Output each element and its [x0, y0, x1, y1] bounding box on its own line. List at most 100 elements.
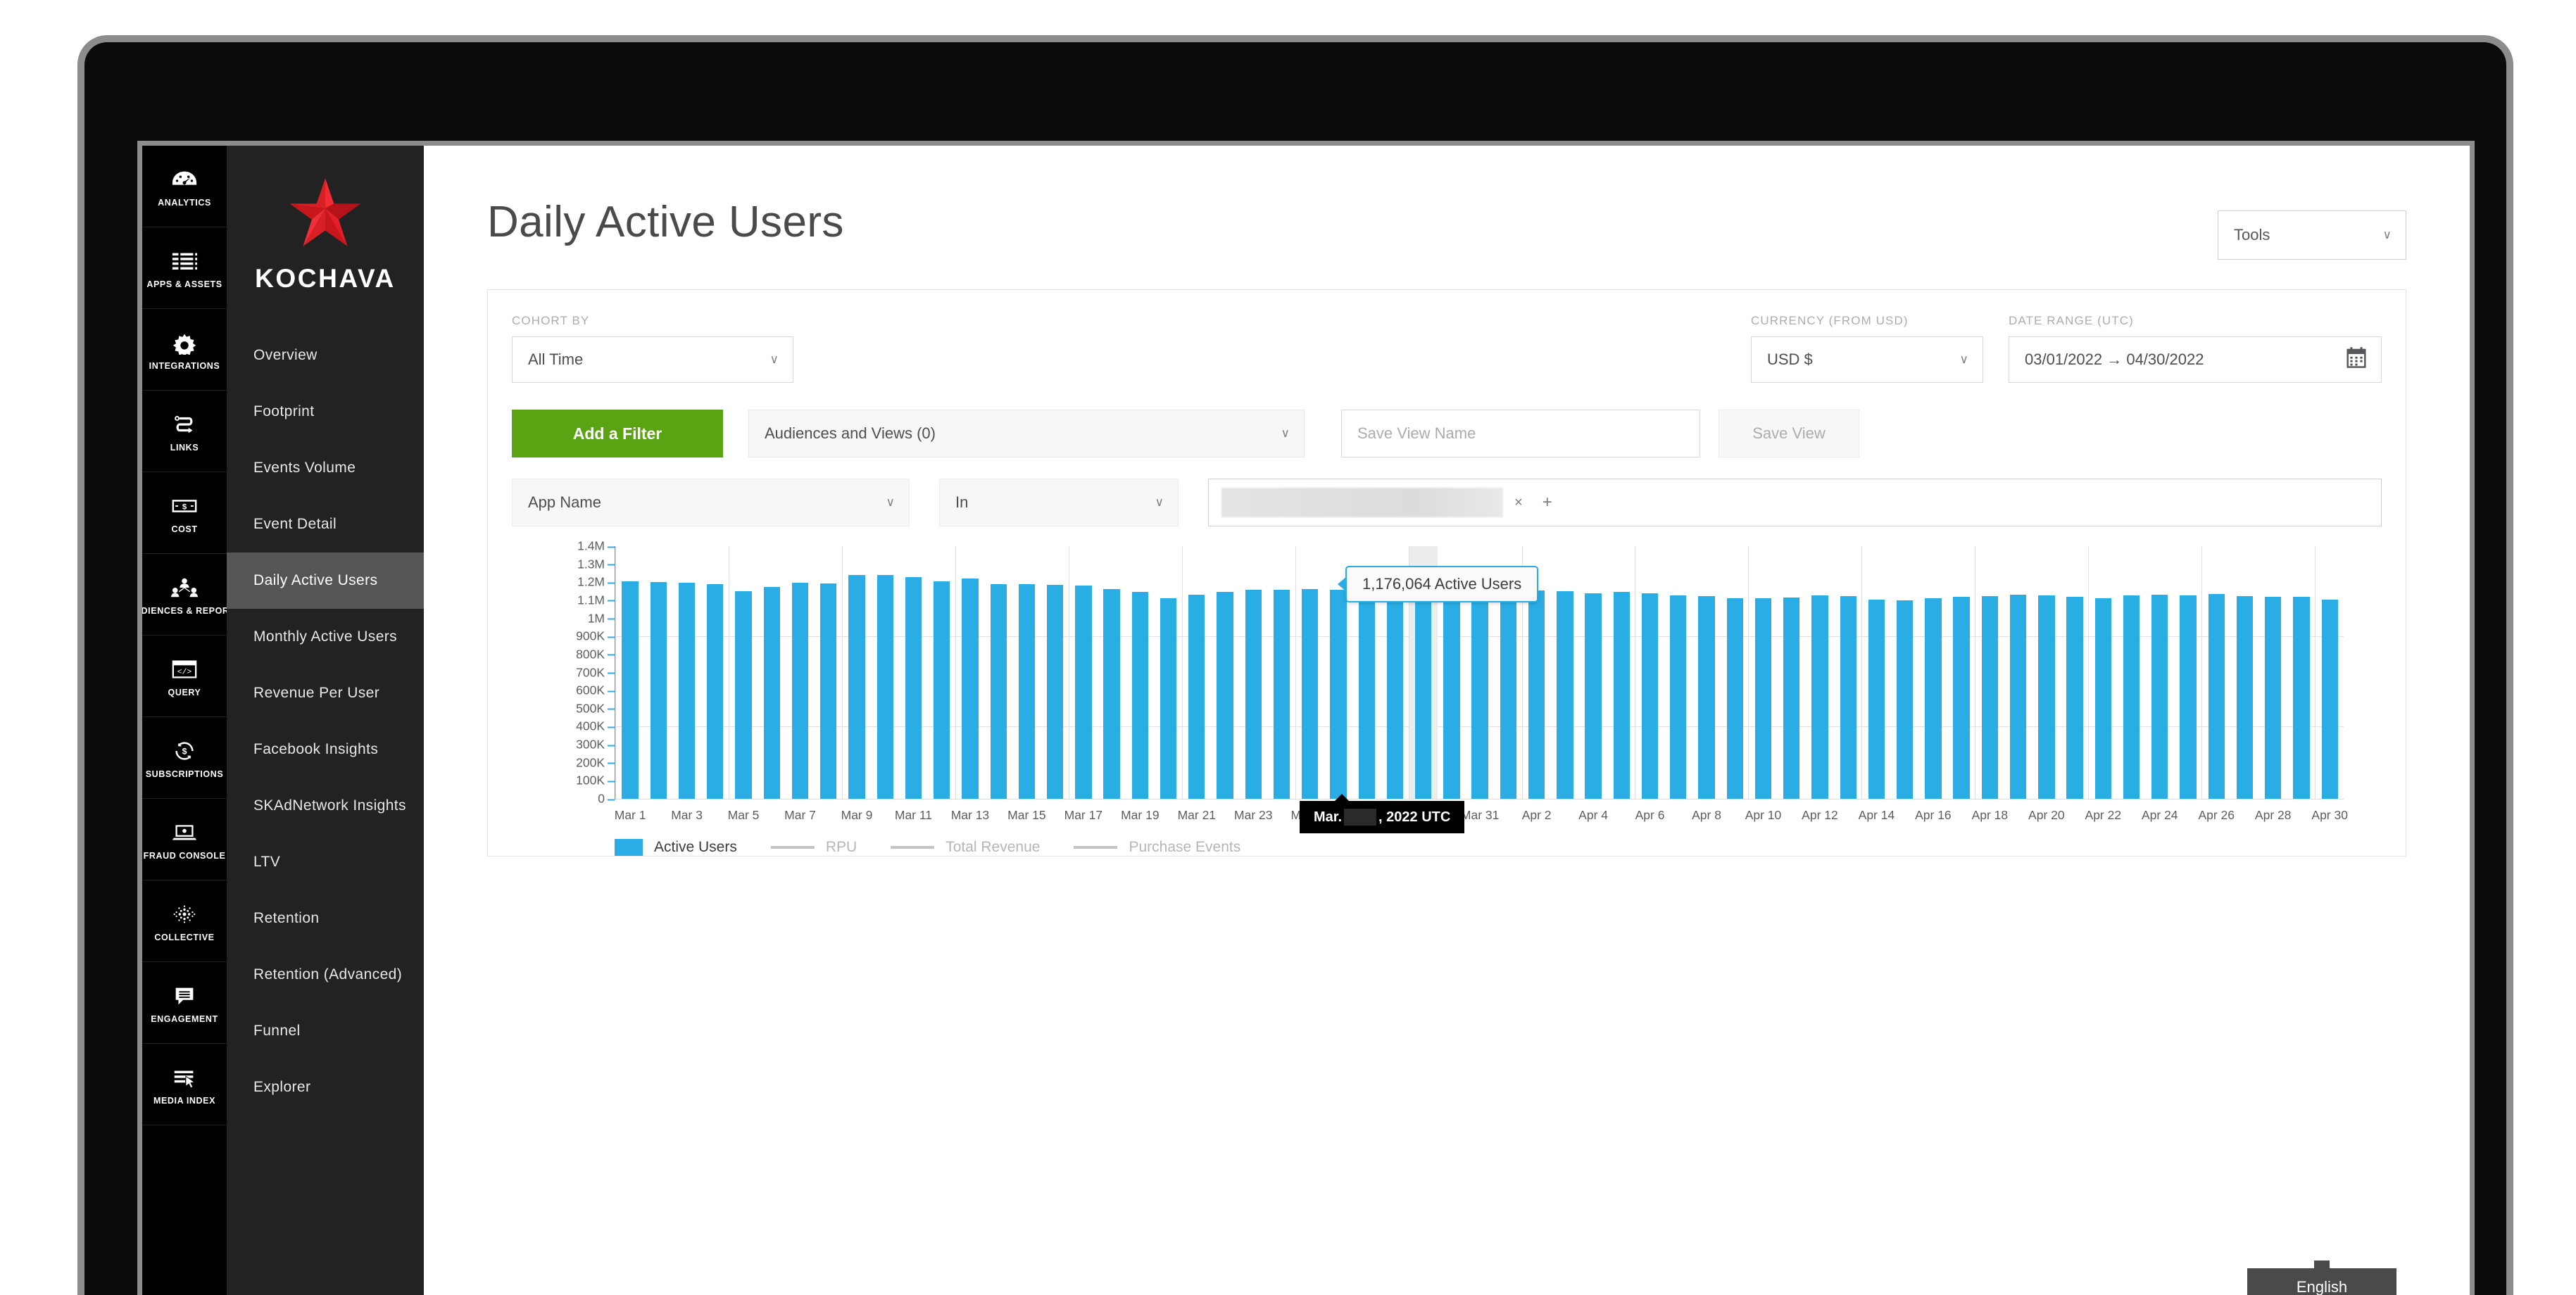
rail-item-fraud-console[interactable]: FRAUD CONSOLE: [142, 799, 227, 880]
sidebar-item-overview[interactable]: Overview: [227, 327, 424, 384]
chart-bar-slot[interactable]: Mar 13: [951, 546, 989, 822]
chart-bar[interactable]: [1670, 595, 1687, 799]
sidebar-item-events-volume[interactable]: Events Volume: [227, 440, 424, 496]
chart-bar[interactable]: [1386, 591, 1404, 799]
chart-bar[interactable]: [2094, 598, 2111, 799]
chart-bar[interactable]: [763, 587, 780, 799]
chart-bar-slot[interactable]: Mar 1: [615, 546, 646, 822]
chart-bar-slot[interactable]: [1891, 546, 1919, 799]
chart-bar[interactable]: [1726, 598, 1743, 799]
chart-bar[interactable]: [2123, 595, 2140, 799]
chart-bar-slot[interactable]: [1721, 546, 1749, 799]
chart-bar[interactable]: [1103, 588, 1120, 799]
chart-bar[interactable]: [1471, 588, 1488, 799]
chart-bar[interactable]: [1613, 592, 1630, 799]
sidebar-item-footprint[interactable]: Footprint: [227, 384, 424, 440]
sidebar-item-retention[interactable]: Retention: [227, 890, 424, 947]
language-widget[interactable]: English: [2247, 1268, 2396, 1295]
legend-item-purchase-events[interactable]: Purchase Events: [1074, 839, 1240, 856]
legend-item-total-revenue[interactable]: Total Revenue: [891, 839, 1040, 856]
chart-bar[interactable]: [1358, 593, 1375, 799]
rail-item-query[interactable]: </> QUERY: [142, 636, 227, 717]
chart-bar[interactable]: [990, 583, 1007, 799]
chart-bar[interactable]: [1528, 590, 1545, 799]
tools-dropdown[interactable]: Tools ∨: [2218, 210, 2406, 260]
legend-item-rpu[interactable]: RPU: [770, 839, 857, 856]
chart-bar[interactable]: [1641, 593, 1659, 799]
sidebar-item-skadnetwork-insights[interactable]: SKAdNetwork Insights: [227, 778, 424, 834]
chart-bar[interactable]: [2293, 597, 2310, 799]
chart-bar-slot[interactable]: Apr 18: [1972, 546, 2008, 822]
filter-value-box[interactable]: × +: [1208, 479, 2382, 526]
rail-item-engagement[interactable]: ENGAGEMENT: [142, 962, 227, 1044]
chart-bar-slot[interactable]: [1834, 546, 1862, 799]
chart-bar-slot[interactable]: [1154, 546, 1182, 799]
chart-bar[interactable]: [2321, 599, 2338, 799]
chart-bar-slot[interactable]: Mar 17: [1064, 546, 1102, 822]
chart-bar[interactable]: [622, 581, 639, 799]
chart-bar-slot[interactable]: Apr 14: [1859, 546, 1895, 822]
chart-bar[interactable]: [1075, 585, 1092, 799]
chart-bar-slot[interactable]: [2004, 546, 2032, 799]
chart-bar-slot[interactable]: [2061, 546, 2089, 799]
chart-bar-slot[interactable]: [984, 546, 1012, 799]
chart-bar[interactable]: [2038, 595, 2055, 799]
chart-bar-slot[interactable]: Mar 5: [728, 546, 759, 822]
chart-bar[interactable]: [1188, 595, 1205, 799]
sidebar-item-daily-active-users[interactable]: Daily Active Users: [227, 552, 424, 609]
chart-bar-slot[interactable]: Apr 8: [1692, 546, 1721, 822]
chart-bar[interactable]: [791, 583, 809, 799]
chart-bar[interactable]: [1840, 595, 1856, 799]
chart-bar-slot[interactable]: Apr 26: [2198, 546, 2235, 822]
chart-bar[interactable]: [877, 575, 893, 799]
chart-bar-slot[interactable]: Apr 24: [2142, 546, 2178, 822]
chart-bar-slot[interactable]: Mar 25: [1291, 546, 1329, 822]
sidebar-item-ltv[interactable]: LTV: [227, 834, 424, 890]
calendar-icon[interactable]: [2346, 346, 2367, 373]
cohort-by-select[interactable]: All Time ∨: [512, 336, 793, 383]
chart-bar[interactable]: [1585, 593, 1602, 799]
chart-bar-slot[interactable]: Apr 6: [1635, 546, 1664, 822]
chart-bar[interactable]: [962, 578, 979, 799]
chart-bar-slot[interactable]: Mar 21: [1178, 546, 1216, 822]
chart-bar-slot[interactable]: Mar 9: [841, 546, 872, 822]
chart-bar[interactable]: [1557, 591, 1573, 799]
chart-bar[interactable]: [1415, 586, 1432, 799]
chart-bar-slot[interactable]: Apr 20: [2028, 546, 2065, 822]
chart-bar[interactable]: [1981, 595, 1999, 799]
rail-item-apps-assets[interactable]: APPS & ASSETS: [142, 227, 227, 309]
chart-bar[interactable]: [1443, 588, 1460, 799]
filter-field-select[interactable]: App Name ∨: [512, 479, 910, 526]
chart-bar[interactable]: [1500, 589, 1517, 799]
chart-bar-slot[interactable]: Apr 12: [1802, 546, 1838, 822]
rail-item-integrations[interactable]: INTEGRATIONS: [142, 309, 227, 391]
chart-bar-slot[interactable]: [1211, 546, 1239, 799]
chart-bar[interactable]: [1783, 597, 1800, 799]
chart-bar-slot[interactable]: [2174, 546, 2202, 799]
chart-bar[interactable]: [707, 584, 724, 799]
sidebar-item-retention-advanced[interactable]: Retention (Advanced): [227, 947, 424, 1003]
sidebar-item-event-detail[interactable]: Event Detail: [227, 496, 424, 552]
chart-bar-slot[interactable]: [1664, 546, 1692, 799]
chart-bar-slot[interactable]: Mar 23: [1234, 546, 1273, 822]
chart-bar[interactable]: [1018, 583, 1036, 799]
chart-bar[interactable]: [1217, 591, 1233, 799]
chart-bar-slot[interactable]: Mar 7: [784, 546, 816, 822]
chart-bar-slot[interactable]: [815, 546, 843, 799]
chart-bar-slot[interactable]: [2287, 546, 2316, 799]
chart-bar-slot[interactable]: Apr 22: [2085, 546, 2121, 822]
chart-bar-slot[interactable]: Apr 10: [1745, 546, 1781, 822]
chart-bar-slot[interactable]: [1267, 546, 1295, 799]
sidebar-item-facebook-insights[interactable]: Facebook Insights: [227, 721, 424, 778]
chart-bar-slot[interactable]: Mar 3: [671, 546, 703, 822]
sidebar-item-explorer[interactable]: Explorer: [227, 1059, 424, 1116]
chart-bar[interactable]: [1245, 590, 1262, 799]
chart-bar[interactable]: [1811, 595, 1828, 799]
chart-bar-slot[interactable]: Mar 19: [1121, 546, 1160, 822]
chart-bar[interactable]: [1698, 595, 1715, 799]
audiences-and-views-select[interactable]: Audiences and Views (0) ∨: [748, 410, 1305, 457]
chart-bar[interactable]: [2151, 595, 2168, 799]
chart-bar[interactable]: [2009, 594, 2027, 799]
chart-bar[interactable]: [2236, 595, 2254, 799]
chart-bar[interactable]: [2066, 597, 2083, 799]
